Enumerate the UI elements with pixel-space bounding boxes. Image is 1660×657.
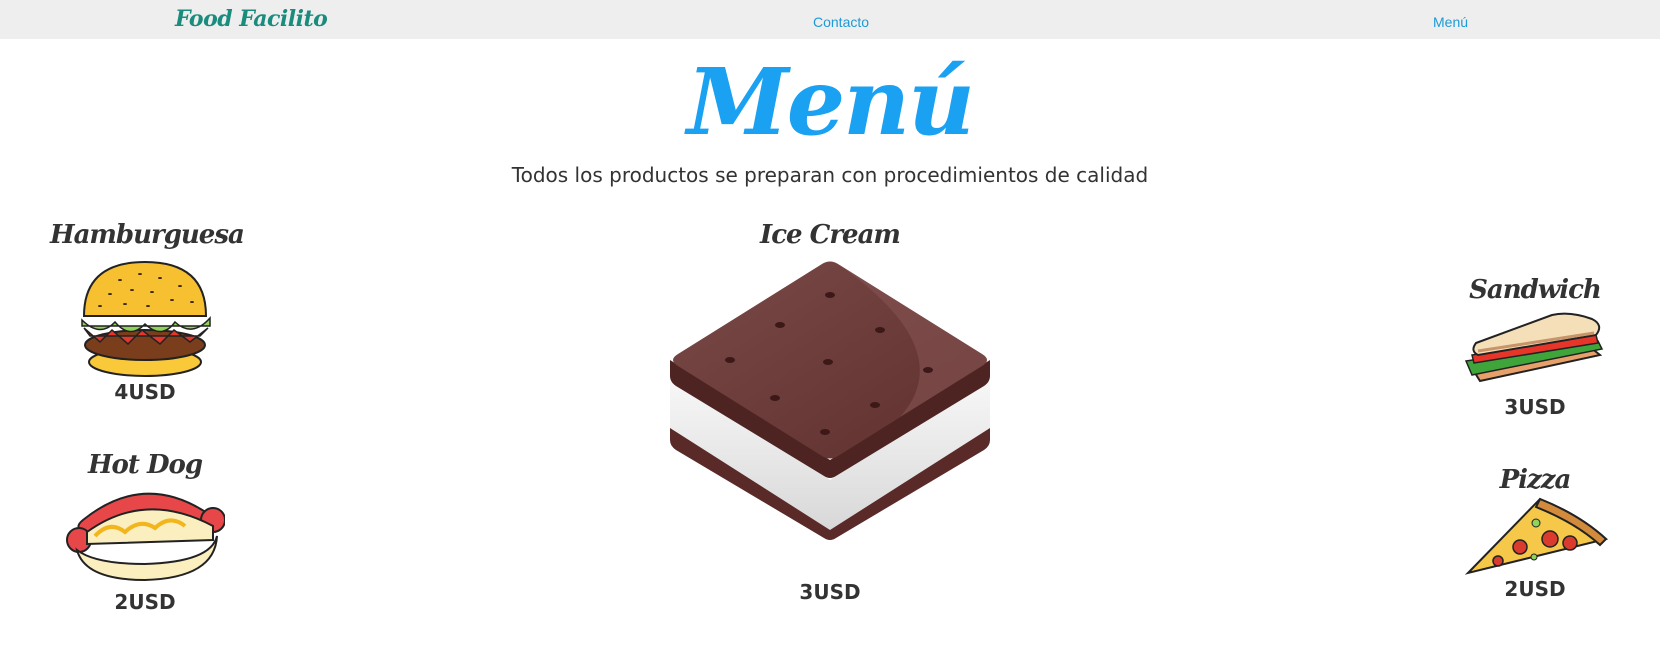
menu-item-price: 4USD xyxy=(114,380,176,404)
nav-link-menu[interactable]: Menú xyxy=(1433,14,1468,30)
menu-item-name: Pizza xyxy=(1499,465,1572,495)
navbar: Food Facilito Contacto Menú xyxy=(0,0,1660,39)
pizza-slice-icon xyxy=(1464,497,1609,575)
menu-item-hotdog: Hot Dog 2USD xyxy=(50,450,240,614)
nav-link-contacto[interactable]: Contacto xyxy=(813,14,869,30)
hamburger-icon xyxy=(81,260,211,377)
menu-item-hamburguesa: Hamburguesa 4USD xyxy=(50,220,245,404)
menu-item-name: Sandwich xyxy=(1469,275,1602,305)
menu-item-sandwich: Sandwich 3USD xyxy=(1440,275,1630,419)
menu-item-pizza: Pizza 2USD xyxy=(1440,465,1630,601)
menu-item-name: Ice Cream xyxy=(760,220,901,250)
menu-item-price: 3USD xyxy=(799,580,861,604)
menu-item-price: 3USD xyxy=(1504,395,1566,419)
menu-item-name: Hot Dog xyxy=(87,450,203,480)
menu-item-price: 2USD xyxy=(1504,577,1566,601)
page-subtitle: Todos los productos se preparan con proc… xyxy=(511,163,1149,187)
hotdog-icon xyxy=(66,492,225,582)
brand-logo-link[interactable]: Food Facilito xyxy=(175,6,328,32)
menu-item-price: 2USD xyxy=(114,590,176,614)
sandwich-icon xyxy=(1464,312,1604,383)
menu-item-name: Hamburguesa xyxy=(50,220,245,250)
ice-cream-sandwich-icon xyxy=(670,261,990,540)
menu-item-ice-cream: Ice Cream 3USD xyxy=(640,220,1020,604)
page-title: Menú xyxy=(686,48,975,156)
